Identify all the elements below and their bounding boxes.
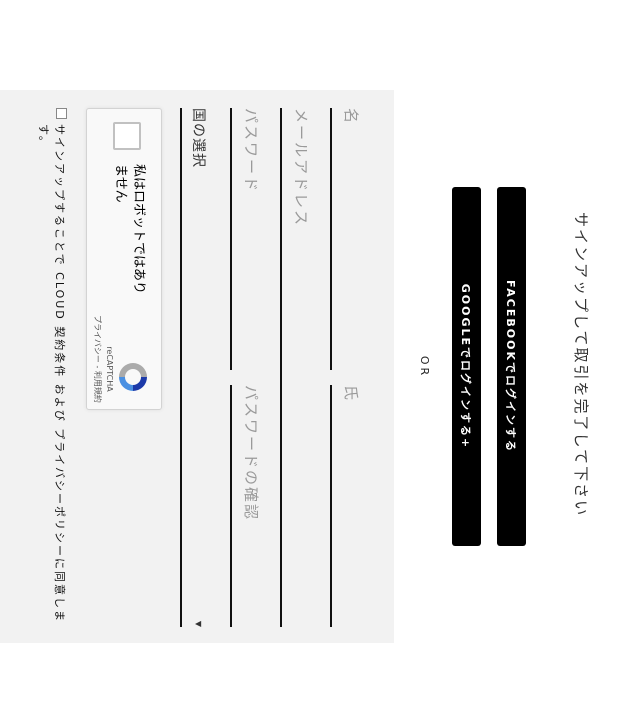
signup-form: 国の選択 ▼ 私はロボットではありません reCAPTCHA プライバシー - …: [0, 90, 394, 643]
first-name-input[interactable]: [332, 108, 381, 370]
recaptcha-checkbox[interactable]: [113, 122, 141, 150]
facebook-login-button[interactable]: FACEBOOKでログインする: [497, 187, 526, 546]
page-title: サインアップして取引を完了して下さい: [572, 212, 590, 518]
recaptcha-label: 私はロボットではありません: [113, 164, 146, 295]
or-divider: OR: [418, 355, 431, 379]
recaptcha-widget: 私はロボットではありません reCAPTCHA プライバシー - 利用規約: [86, 108, 162, 410]
signup-page: サインアップして取引を完了して下さい FACEBOOKでログインする GOOGL…: [0, 0, 625, 723]
recaptcha-brand: reCAPTCHA: [105, 346, 114, 392]
password-input[interactable]: [232, 108, 281, 370]
dropdown-caret-icon: ▼: [194, 620, 203, 627]
password-confirm-input[interactable]: [232, 385, 281, 627]
terms-text: サインアップすることで CLOUD 契約条件 および プライバシーポリシーに同意…: [37, 124, 66, 624]
country-select-value: 国の選択: [190, 108, 206, 168]
first-name-field-wrapper: [330, 108, 381, 370]
terms-row: サインアップすることで CLOUD 契約条件 および プライバシーポリシーに同意…: [35, 108, 67, 628]
last-name-input[interactable]: [332, 385, 381, 627]
recaptcha-logo-icon: [119, 363, 147, 391]
email-input[interactable]: [282, 108, 331, 627]
terms-checkbox[interactable]: [56, 108, 67, 119]
country-select[interactable]: 国の選択 ▼: [180, 108, 231, 627]
google-login-button[interactable]: GOOGLEでログインする+: [452, 187, 481, 546]
last-name-field-wrapper: [330, 385, 381, 627]
email-field-wrapper: [280, 108, 331, 627]
password-field-wrapper: [230, 108, 281, 370]
recaptcha-privacy-terms-link[interactable]: プライバシー - 利用規約: [92, 314, 103, 404]
password-confirm-field-wrapper: [230, 385, 281, 627]
